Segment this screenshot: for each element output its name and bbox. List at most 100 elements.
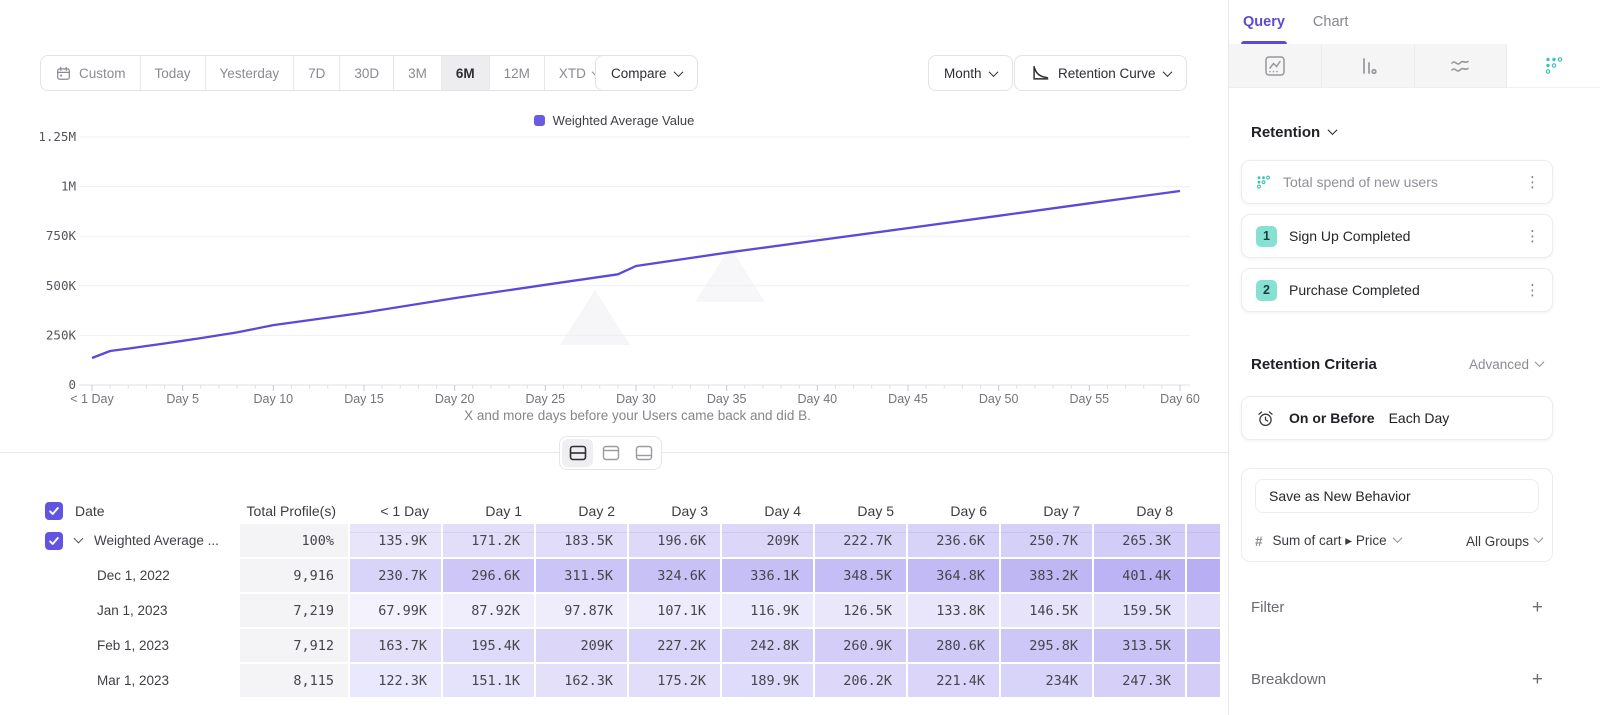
advanced-dropdown[interactable]: Advanced xyxy=(1469,357,1543,372)
report-type-tabs xyxy=(1229,44,1600,88)
cell-day-0: 67.99K xyxy=(350,594,443,629)
compare-button[interactable]: Compare xyxy=(595,55,698,91)
criteria-condition-card[interactable]: On or Before Each Day xyxy=(1241,396,1553,440)
table-row-label: Weighted Average ... xyxy=(40,524,240,559)
compare-label: Compare xyxy=(611,66,667,81)
date-header-label: Date xyxy=(75,503,105,519)
cell-day-3: 324.6K xyxy=(629,559,722,594)
tab-query[interactable]: Query xyxy=(1243,0,1285,44)
select-all-checkbox[interactable] xyxy=(45,502,63,520)
cell-overflow xyxy=(1187,594,1222,629)
cell-day-4: 116.9K xyxy=(722,594,815,629)
save-as-new-behavior-button[interactable]: Save as New Behavior xyxy=(1255,479,1539,513)
cell-day-6: 280.6K xyxy=(908,629,1001,664)
range-label: 3M xyxy=(408,66,427,81)
tab-funnels[interactable] xyxy=(1322,44,1415,87)
range-custom-button[interactable]: Custom xyxy=(41,56,141,90)
kebab-menu-icon[interactable]: ⋮ xyxy=(1525,229,1540,244)
kebab-menu-icon[interactable]: ⋮ xyxy=(1525,283,1540,298)
range-label: 30D xyxy=(354,66,379,81)
measure-property-dropdown[interactable]: Sum of cart ▸ Price xyxy=(1273,533,1401,549)
svg-text:1.25M: 1.25M xyxy=(40,129,76,144)
cell-total-profiles: 100% xyxy=(240,524,350,559)
add-filter-button[interactable]: + xyxy=(1532,598,1543,617)
chevron-down-icon xyxy=(1328,125,1338,135)
cell-overflow xyxy=(1187,524,1222,559)
range-7d-button[interactable]: 7D xyxy=(294,56,340,90)
cell-overflow xyxy=(1187,559,1222,594)
step-card-2[interactable]: 2 Purchase Completed ⋮ xyxy=(1241,268,1553,312)
kebab-menu-icon[interactable]: ⋮ xyxy=(1525,175,1540,190)
row-checkbox[interactable] xyxy=(45,532,63,550)
tab-retention[interactable] xyxy=(1507,44,1600,87)
range-label: XTD xyxy=(559,66,586,81)
range-yesterday-button[interactable]: Yesterday xyxy=(206,56,295,90)
chevron-down-icon xyxy=(1162,67,1172,77)
cell-day-0: 122.3K xyxy=(350,664,443,699)
filter-row: Filter + xyxy=(1251,598,1543,617)
cell-day-6: 364.8K xyxy=(908,559,1001,594)
cell-day-4: 189.9K xyxy=(722,664,815,699)
cell-day-2: 311.5K xyxy=(536,559,629,594)
cell-day-2: 162.3K xyxy=(536,664,629,699)
cell-day-6: 133.8K xyxy=(908,594,1001,629)
cell-day-2: 209K xyxy=(536,629,629,664)
step-event-label: Sign Up Completed xyxy=(1289,228,1513,244)
advanced-label: Advanced xyxy=(1469,357,1529,372)
svg-text:Day 15: Day 15 xyxy=(344,392,384,406)
layout-split-button[interactable] xyxy=(562,439,593,467)
cell-day-1: 296.6K xyxy=(443,559,536,594)
layout-chart-button[interactable] xyxy=(595,439,626,467)
chart-type-button[interactable]: Retention Curve xyxy=(1014,55,1187,91)
range-12m-button[interactable]: 12M xyxy=(490,56,545,90)
add-breakdown-button[interactable]: + xyxy=(1532,670,1543,689)
granularity-button[interactable]: Month xyxy=(928,55,1013,91)
row-label-text: Feb 1, 2023 xyxy=(45,638,169,653)
cell-day-7: 234K xyxy=(1001,664,1094,699)
table-row-label: Feb 1, 2023 xyxy=(40,629,240,664)
step-card-1[interactable]: 1 Sign Up Completed ⋮ xyxy=(1241,214,1553,258)
tab-insights[interactable] xyxy=(1229,44,1322,87)
criteria-period-select[interactable]: Each Day xyxy=(1389,410,1450,426)
range-label: 12M xyxy=(504,66,530,81)
cell-day-3: 196.6K xyxy=(629,524,722,559)
svg-text:250K: 250K xyxy=(46,327,77,342)
cell-day-8: 313.5K xyxy=(1094,629,1187,664)
number-property-icon: # xyxy=(1255,534,1263,549)
range-label: Custom xyxy=(79,66,126,81)
chevron-down-icon xyxy=(1535,357,1545,367)
tab-chart[interactable]: Chart xyxy=(1313,0,1348,44)
cell-day-5: 126.5K xyxy=(815,594,908,629)
layout-table-button[interactable] xyxy=(628,439,659,467)
step-number-badge: 1 xyxy=(1256,226,1277,247)
cell-day-0: 135.9K xyxy=(350,524,443,559)
chart-caption: X and more days before your Users came b… xyxy=(40,408,1235,423)
svg-text:500K: 500K xyxy=(46,278,77,293)
all-groups-label: All Groups xyxy=(1466,534,1529,549)
cell-day-3: 227.2K xyxy=(629,629,722,664)
bar-chart-icon xyxy=(1357,55,1379,77)
tab-flows[interactable] xyxy=(1415,44,1508,87)
chevron-down-icon xyxy=(673,67,683,77)
cell-day-7: 295.8K xyxy=(1001,629,1094,664)
sidebar-tab-bar: Query Chart xyxy=(1229,0,1600,44)
range-3m-button[interactable]: 3M xyxy=(394,56,442,90)
cell-day-1: 87.92K xyxy=(443,594,536,629)
svg-text:Day 25: Day 25 xyxy=(526,392,566,406)
cell-day-1: 195.4K xyxy=(443,629,536,664)
range-30d-button[interactable]: 30D xyxy=(340,56,394,90)
expand-row-icon[interactable] xyxy=(74,534,84,544)
retention-table: DateTotal Profile(s)< 1 DayDay 1Day 2Day… xyxy=(40,489,1222,699)
retention-section-dropdown[interactable]: Retention xyxy=(1251,124,1336,141)
retention-section-label: Retention xyxy=(1251,124,1320,141)
behavior-card[interactable]: Total spend of new users ⋮ xyxy=(1241,160,1553,204)
cell-day-7: 383.2K xyxy=(1001,559,1094,594)
all-groups-dropdown[interactable]: All Groups xyxy=(1466,534,1542,549)
chevron-down-icon xyxy=(988,67,998,77)
cell-day-3: 107.1K xyxy=(629,594,722,629)
retention-line-chart: 0250K500K750K1M1.25M< 1 DayDay 5Day 10Da… xyxy=(40,110,1205,410)
breakdown-row: Breakdown + xyxy=(1251,670,1543,689)
criteria-condition-select[interactable]: On or Before xyxy=(1289,410,1375,426)
range-6m-button[interactable]: 6M xyxy=(442,56,490,90)
range-today-button[interactable]: Today xyxy=(141,56,206,90)
